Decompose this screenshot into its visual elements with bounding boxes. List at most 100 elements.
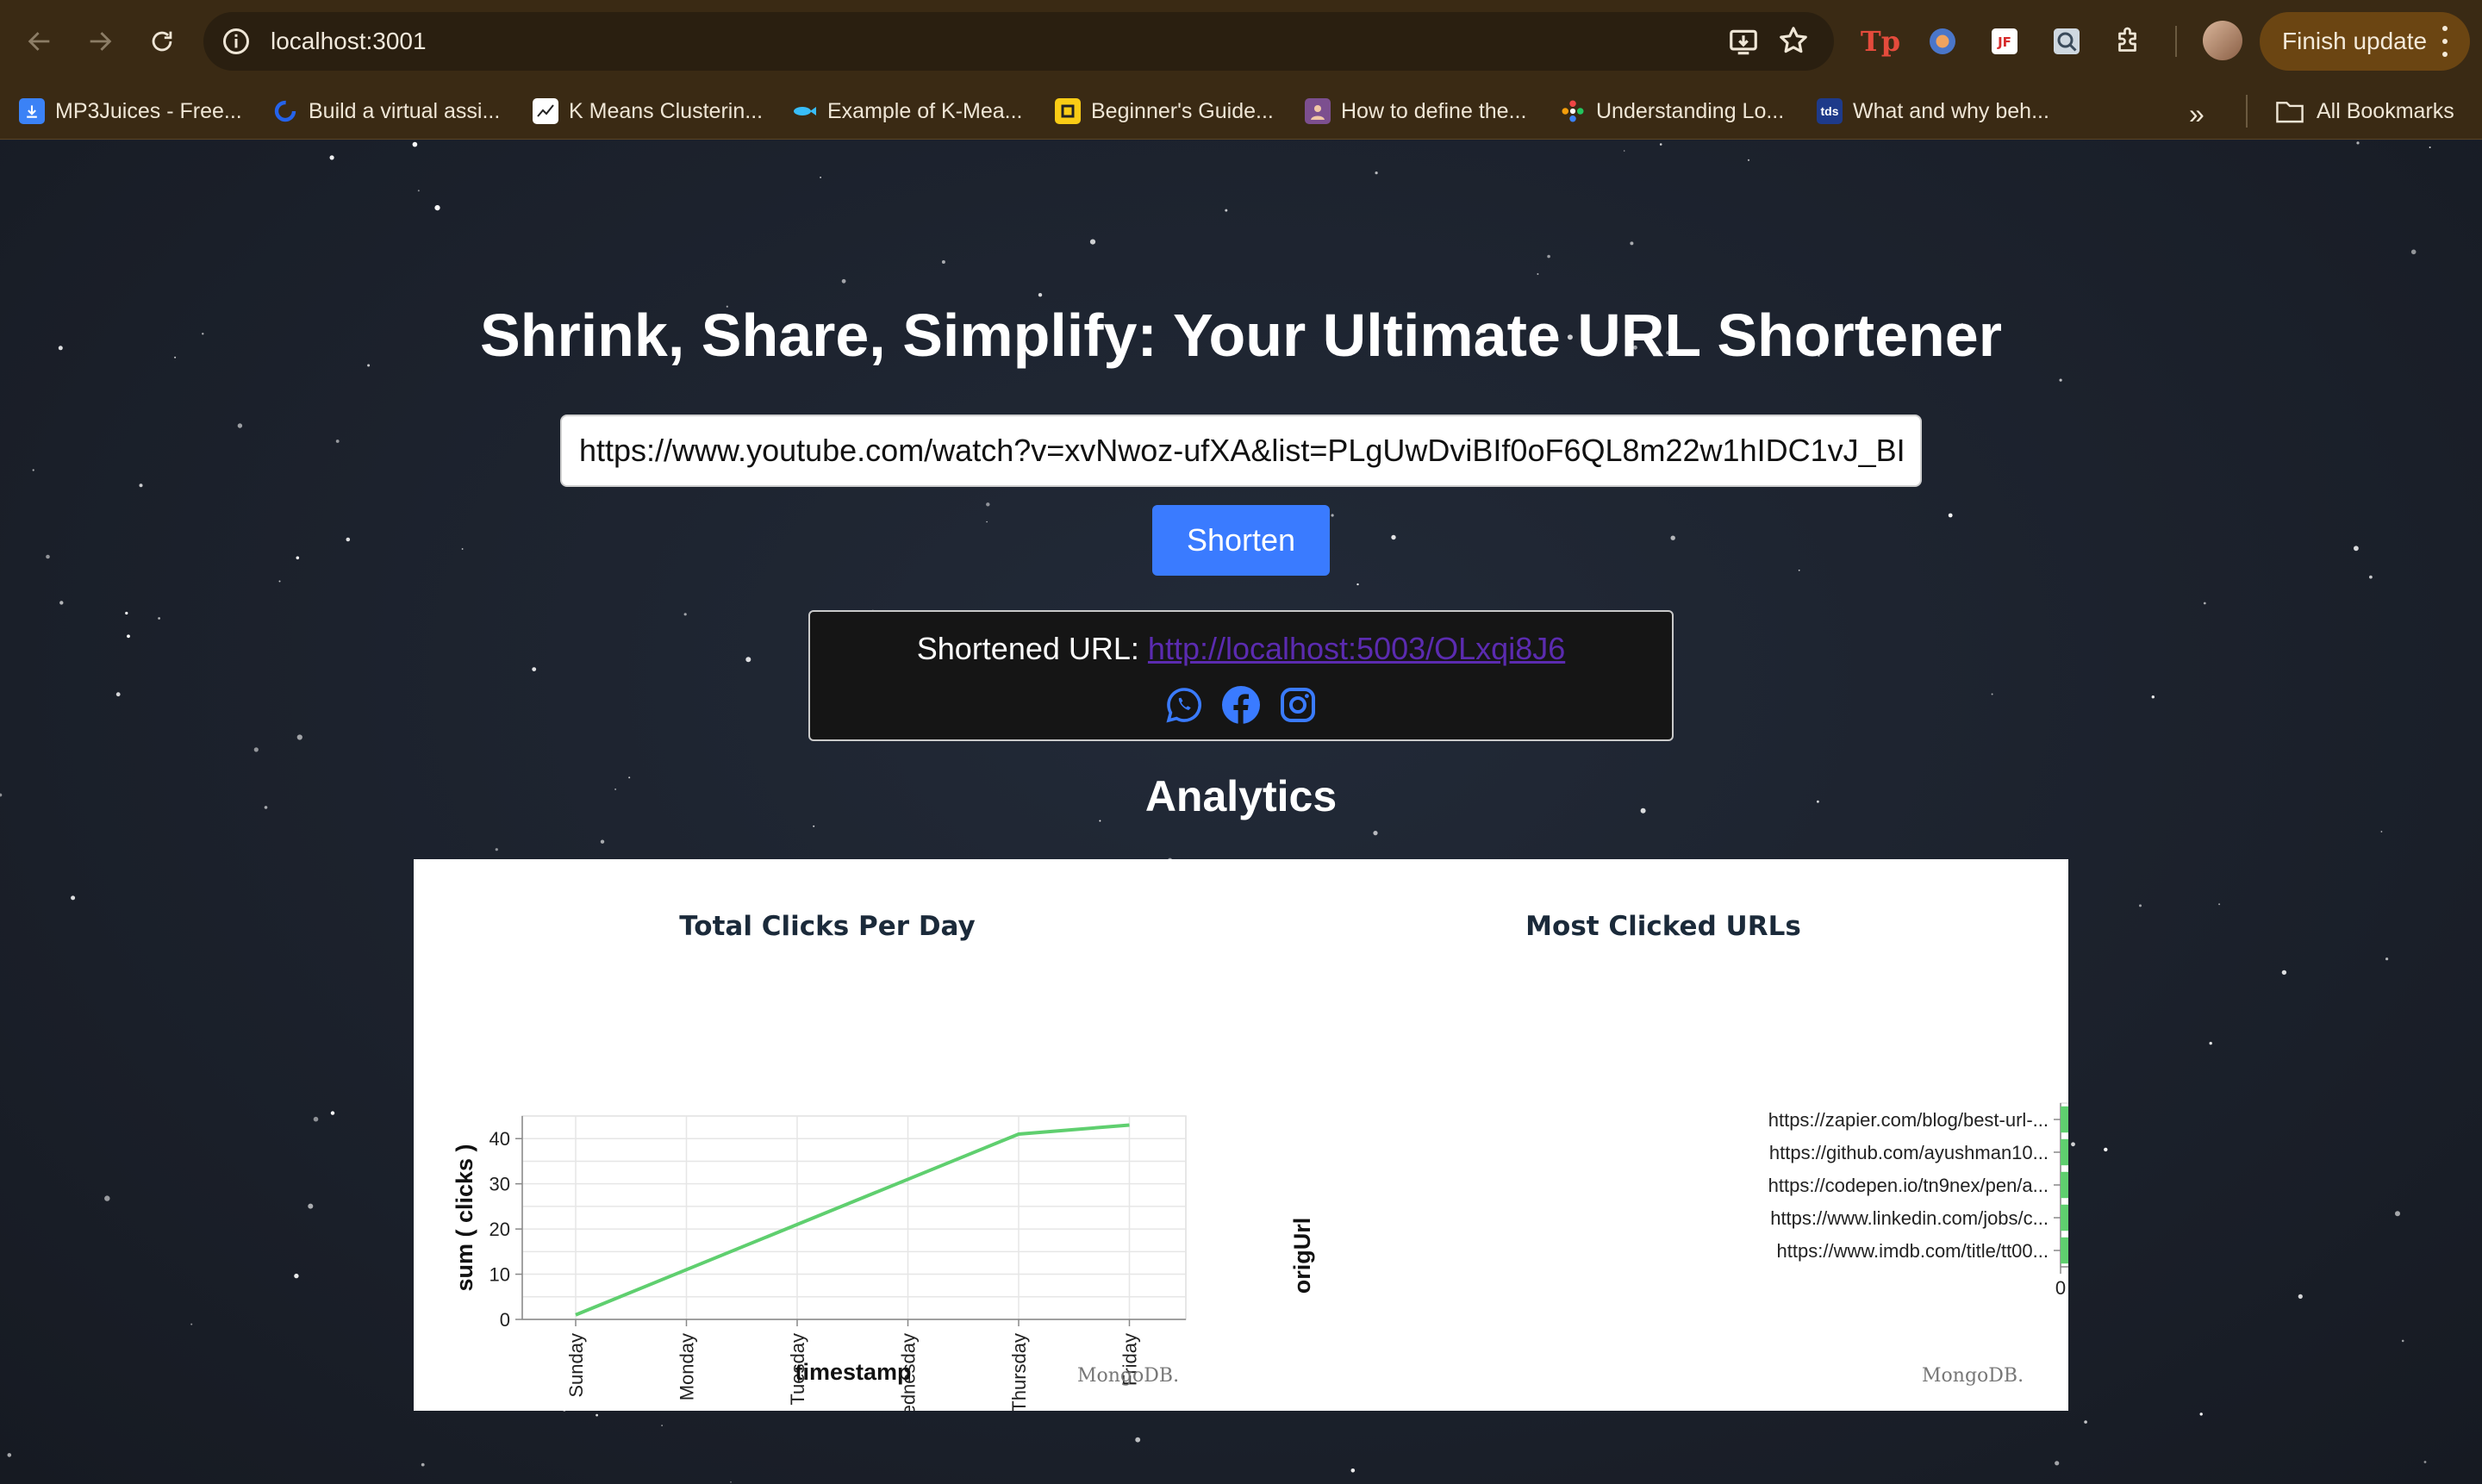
more-bookmarks-chevron-icon[interactable]: »	[2189, 98, 2204, 130]
y-tick-label: 30	[490, 1174, 510, 1195]
star	[1089, 239, 1096, 245]
extensions-puzzle-icon[interactable]	[2110, 22, 2148, 60]
star	[294, 1273, 299, 1279]
star	[1350, 1468, 1356, 1473]
star	[1798, 569, 1800, 571]
star	[190, 1323, 193, 1325]
y-tick-label: https://www.imdb.com/title/tt00...	[1777, 1240, 2049, 1262]
forward-button[interactable]	[79, 21, 121, 62]
y-axis-title: origUrl	[1289, 1218, 1315, 1294]
star	[1659, 143, 1662, 146]
reload-button[interactable]	[141, 21, 183, 62]
star	[335, 440, 340, 443]
star	[2139, 904, 2142, 907]
url-text[interactable]: localhost:3001	[271, 28, 427, 55]
analytics-heading: Analytics	[1144, 772, 1338, 820]
bar	[2061, 1237, 2068, 1264]
star	[820, 177, 821, 178]
x-tick-label: 0	[2055, 1277, 2066, 1299]
bookmark-understanding[interactable]: Understanding Lo...	[1560, 95, 1784, 128]
x-tick-label: Sunday	[565, 1333, 587, 1398]
tp-extension-icon[interactable]: Tp	[1861, 22, 1900, 60]
star	[125, 611, 128, 615]
back-button[interactable]	[19, 21, 60, 62]
star	[2354, 546, 2359, 552]
star	[417, 190, 420, 192]
bookmark-label: How to define the...	[1341, 98, 1527, 123]
search-extension-icon[interactable]	[2048, 22, 2086, 60]
star	[2298, 1294, 2303, 1299]
star	[461, 548, 464, 550]
finish-update-button[interactable]: Finish update	[2260, 12, 2470, 71]
star	[2199, 1412, 2203, 1416]
bookmark-star-icon[interactable]	[1777, 24, 1810, 57]
all-bookmarks-button[interactable]: All Bookmarks	[2275, 95, 2454, 128]
star	[2209, 1041, 2212, 1045]
bookmark-what-and-why[interactable]: tds What and why beh...	[1817, 95, 2049, 128]
globe-extension-icon[interactable]	[1924, 22, 1961, 60]
star	[1375, 171, 1378, 175]
page-content: Shrink, Share, Simplify: Your Ultimate U…	[0, 140, 2482, 1484]
pdf-extension-icon[interactable]: JF	[1986, 22, 2024, 60]
bookmark-label: K Means Clusterin...	[569, 98, 764, 123]
install-app-icon[interactable]	[1727, 26, 1760, 59]
bookmark-mp3juices[interactable]: MP3Juices - Free...	[19, 95, 242, 128]
person-icon	[1305, 98, 1331, 124]
star	[941, 260, 945, 264]
browser-toolbar: localhost:3001 Tp JF Finish update	[0, 0, 2482, 83]
y-tick-label: 10	[490, 1264, 510, 1286]
y-tick-label: https://github.com/ayushman10...	[1769, 1142, 2049, 1163]
fish-icon	[791, 98, 817, 124]
bookmark-label: Understanding Lo...	[1596, 98, 1785, 123]
bookmarks-divider	[2246, 95, 2248, 128]
bar	[2061, 1171, 2068, 1199]
star	[253, 747, 259, 752]
star	[412, 141, 418, 147]
star	[2104, 1147, 2108, 1152]
facebook-icon[interactable]	[1220, 684, 1262, 726]
url-input[interactable]	[560, 415, 1922, 487]
star	[46, 554, 50, 559]
y-tick-label: 40	[490, 1128, 510, 1150]
x-tick-label: Thursday	[1008, 1333, 1030, 1411]
most-clicked-urls-chart: 0510152025303540https://zapier.com/blog/…	[1289, 1102, 2068, 1299]
info-icon[interactable]	[221, 26, 252, 57]
star	[1747, 159, 1750, 161]
folder-icon	[2276, 102, 2304, 123]
star	[986, 502, 990, 507]
star	[2369, 575, 2373, 579]
star	[1391, 534, 1396, 540]
star	[308, 1203, 314, 1209]
profile-avatar[interactable]	[2203, 21, 2242, 60]
chart-icon	[533, 98, 558, 124]
star	[330, 1111, 335, 1115]
bookmark-kmeans-clustering[interactable]: K Means Clusterin...	[533, 95, 763, 128]
x-axis-title: timestamp	[795, 1359, 911, 1385]
star	[1135, 1437, 1141, 1443]
star	[1537, 273, 1539, 275]
star	[2410, 249, 2417, 255]
bookmark-beginners-guide[interactable]: Beginner's Guide...	[1055, 95, 1274, 128]
instagram-icon[interactable]	[1277, 684, 1319, 726]
bookmark-virtual-assistant[interactable]: Build a virtual assi...	[272, 95, 500, 128]
y-tick-label: 0	[500, 1309, 510, 1331]
star	[2218, 903, 2221, 906]
address-bar[interactable]: localhost:3001	[203, 12, 1834, 71]
all-bookmarks-label: All Bookmarks	[2317, 98, 2454, 123]
star	[683, 613, 687, 616]
bar	[2061, 1204, 2068, 1231]
bookmark-how-to-define[interactable]: How to define the...	[1305, 95, 1526, 128]
share-icons	[810, 684, 1672, 726]
shorten-button[interactable]: Shorten	[1152, 505, 1330, 576]
whatsapp-icon[interactable]	[1163, 684, 1205, 726]
reload-icon	[152, 31, 172, 52]
star	[127, 634, 130, 639]
star	[841, 278, 846, 284]
star	[2084, 1420, 2087, 1424]
star	[1038, 293, 1043, 297]
star	[600, 839, 605, 844]
arrow-left-icon	[28, 32, 50, 51]
bookmark-kmeans-example[interactable]: Example of K-Mea...	[791, 95, 1022, 128]
star	[329, 155, 334, 160]
shortened-url-link[interactable]: http://localhost:5003/OLxqi8J6	[1148, 631, 1565, 666]
